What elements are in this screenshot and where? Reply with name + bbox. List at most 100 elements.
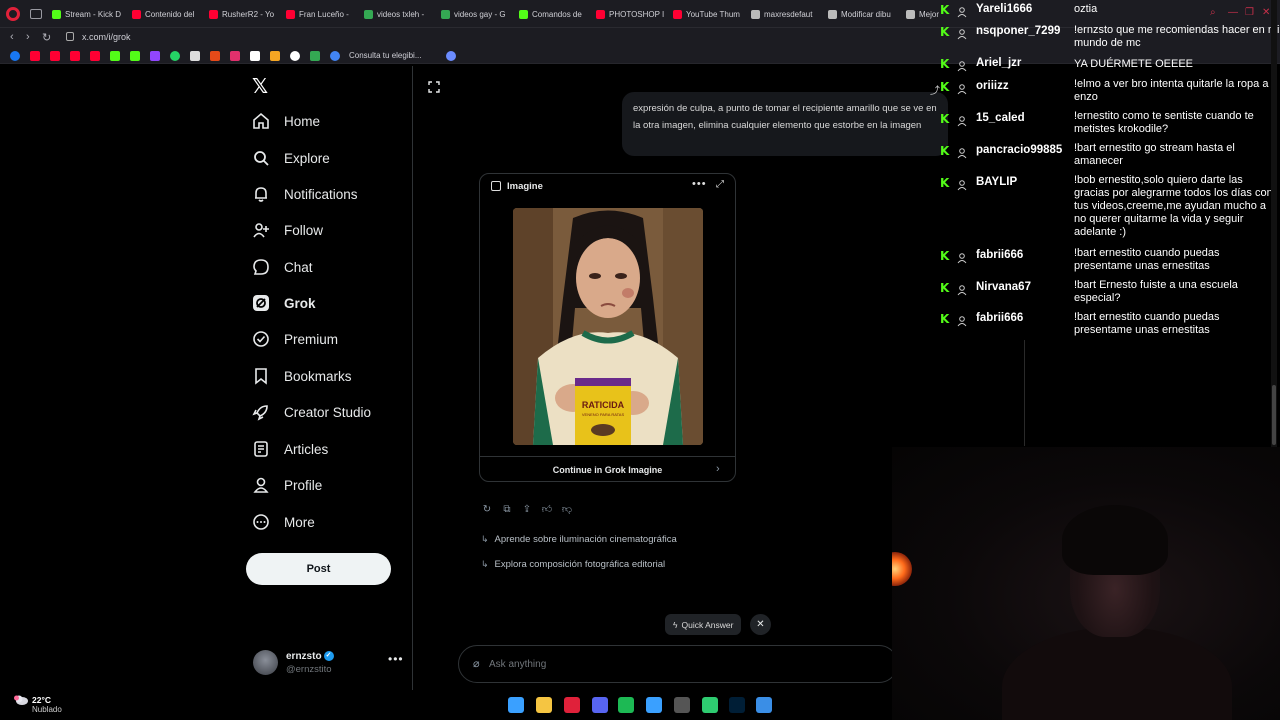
home-icon: [252, 112, 270, 130]
thumbs-up-icon[interactable]: 👍︎: [541, 503, 553, 515]
browser-tab[interactable]: Stream - Kick D: [52, 6, 126, 22]
nav-item-profile[interactable]: Profile: [252, 472, 322, 498]
chat-username[interactable]: fabrii666: [976, 312, 1023, 324]
photoshop-icon[interactable]: [729, 697, 745, 713]
obs-icon[interactable]: [674, 697, 690, 713]
nav-item-follow[interactable]: Follow: [252, 217, 323, 243]
ask-input[interactable]: [489, 654, 869, 674]
avatar[interactable]: [253, 650, 278, 675]
bookmark-icon[interactable]: [270, 51, 280, 61]
close-quick-answer-icon[interactable]: ✕: [750, 614, 771, 635]
youtube-bookmark-icon[interactable]: [30, 51, 40, 61]
app-icon[interactable]: [702, 697, 718, 713]
nav-item-explore[interactable]: Explore: [252, 145, 330, 171]
chat-username[interactable]: Ariel_jzr: [976, 57, 1021, 69]
nav-item-articles[interactable]: Articles: [252, 436, 328, 462]
bookmark-icon[interactable]: [290, 51, 300, 61]
instagram-bookmark-icon[interactable]: [230, 51, 240, 61]
browser-tab[interactable]: Modificar dibu: [828, 6, 902, 22]
bookmark-label[interactable]: Consulta tu elegibi...: [349, 51, 422, 60]
reload-icon[interactable]: ↻: [42, 31, 51, 44]
chat-username[interactable]: pancracio99885: [976, 144, 1062, 156]
suggestion-item[interactable]: ↳ Explora composición fotográfica editor…: [481, 559, 665, 570]
account-name[interactable]: ernzsto ✓: [286, 651, 334, 662]
regenerate-icon[interactable]: ↻: [481, 503, 493, 515]
webcam-light: [892, 552, 912, 586]
continue-grok-imagine-button[interactable]: Continue in Grok Imagine ›: [480, 456, 735, 482]
browser-tab[interactable]: videos txleh -: [364, 6, 438, 22]
nav-item-label: Premium: [284, 331, 339, 347]
chat-scrollbar-thumb[interactable]: [1272, 385, 1276, 445]
discord-icon[interactable]: [592, 697, 608, 713]
nav-item-bookmarks[interactable]: Bookmarks: [252, 363, 352, 389]
spotify-icon[interactable]: [618, 697, 634, 713]
post-button[interactable]: Post: [246, 553, 391, 585]
quick-answer-button[interactable]: ϟ Quick Answer: [665, 614, 742, 635]
card-more-icon[interactable]: •••: [692, 178, 707, 190]
nav-item-premium[interactable]: Premium: [252, 326, 338, 352]
browser-tab[interactable]: videos gay - G: [441, 6, 515, 22]
kick-bookmark-icon[interactable]: [130, 51, 140, 61]
youtube-bookmark-icon[interactable]: [70, 51, 80, 61]
webcam-person-body: [1002, 627, 1232, 720]
image-viewer-icon[interactable]: [756, 697, 772, 713]
browser-tab[interactable]: RusherR2 - Yo: [209, 6, 283, 22]
share-icon[interactable]: ⤴: [930, 82, 940, 97]
youtube-bookmark-icon[interactable]: [50, 51, 60, 61]
browser-tab[interactable]: Contenido del: [132, 6, 206, 22]
generated-image[interactable]: RATICIDA VENENO PARA RATAS: [513, 208, 703, 445]
twitch-bookmark-icon[interactable]: [150, 51, 160, 61]
google-bookmark-icon[interactable]: [330, 51, 340, 61]
nav-item-home[interactable]: Home: [252, 108, 320, 134]
x-bookmark-icon[interactable]: [250, 51, 260, 61]
forward-icon[interactable]: ›: [26, 31, 30, 43]
nav-item-chat[interactable]: Chat: [252, 254, 313, 280]
drive-bookmark-icon[interactable]: [310, 51, 320, 61]
account-more-icon[interactable]: •••: [388, 652, 404, 666]
browser-tab[interactable]: PHOTOSHOP I: [596, 6, 670, 22]
kick-bookmark-icon[interactable]: [110, 51, 120, 61]
whatsapp-bookmark-icon[interactable]: [170, 51, 180, 61]
weather-temperature[interactable]: 22°C: [32, 695, 51, 705]
chat-username[interactable]: fabrii666: [976, 249, 1023, 261]
thumbs-down-icon[interactable]: 👎︎: [561, 503, 573, 515]
browser-tab[interactable]: Fran Luceño -: [286, 6, 360, 22]
kick-badge-icon: K: [940, 249, 950, 263]
youtube-bookmark-icon[interactable]: [90, 51, 100, 61]
facebook-bookmark-icon[interactable]: [10, 51, 20, 61]
browser-icon[interactable]: [646, 697, 662, 713]
bookmark-icon[interactable]: [190, 51, 200, 61]
windows-start-icon[interactable]: [508, 697, 524, 713]
image-bookmark-icon[interactable]: [210, 51, 220, 61]
url-field[interactable]: x.com/i/grok: [82, 32, 131, 42]
tab-overview-icon[interactable]: [30, 9, 42, 19]
copy-icon[interactable]: ⧉: [501, 503, 513, 515]
browser-tab[interactable]: Comandos de: [519, 6, 593, 22]
nav-item-more[interactable]: More: [252, 509, 315, 535]
gemini-bookmark-icon[interactable]: [446, 51, 456, 61]
chat-username[interactable]: oriiizz: [976, 80, 1009, 92]
back-icon[interactable]: ‹: [10, 31, 14, 43]
user-icon: [957, 82, 967, 95]
card-expand-icon[interactable]: ⤢: [716, 179, 724, 190]
x-logo-icon[interactable]: 𝕏: [252, 74, 268, 98]
nav-item-creator-studio[interactable]: Creator Studio: [252, 399, 371, 425]
expand-icon[interactable]: [428, 81, 440, 93]
weather-description[interactable]: Nublado: [32, 705, 62, 714]
browser-tab[interactable]: YouTube Thum: [673, 6, 747, 22]
opera-logo-icon[interactable]: [6, 7, 20, 21]
share-icon[interactable]: ⇪: [521, 503, 533, 515]
chat-username[interactable]: 15_caled: [976, 112, 1025, 124]
attach-icon[interactable]: ⌀: [473, 657, 480, 670]
opera-icon[interactable]: [564, 697, 580, 713]
browser-tab[interactable]: maxresdefaut: [751, 6, 825, 22]
nav-item-grok[interactable]: Grok: [252, 290, 316, 316]
chat-username[interactable]: Yareli1666: [976, 3, 1032, 15]
suggestion-item[interactable]: ↳ Aprende sobre iluminación cinematográf…: [481, 534, 677, 545]
chat-scrollbar[interactable]: [1271, 0, 1277, 448]
chat-username[interactable]: Nirvana67: [976, 281, 1031, 293]
nav-item-notifications[interactable]: Notifications: [252, 181, 358, 207]
file-explorer-icon[interactable]: [536, 697, 552, 713]
chat-username[interactable]: nsqponer_7299: [976, 25, 1060, 37]
chat-username[interactable]: BAYLIP: [976, 176, 1017, 188]
